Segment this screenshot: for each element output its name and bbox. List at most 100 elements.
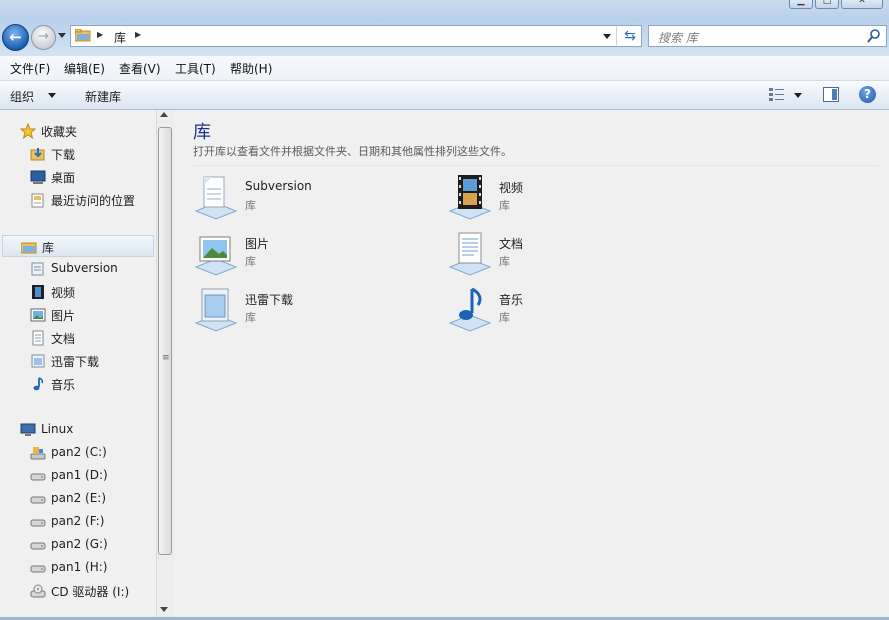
new-library-button[interactable]: 新建库 [85,88,121,105]
scroll-up-icon[interactable] [160,112,168,117]
system-drive-icon [30,447,46,460]
breadcrumb-chevron-icon[interactable]: ▶ [135,30,141,39]
music-library-icon [448,287,492,332]
nav-item-videos[interactable]: 视频 [0,281,156,303]
nav-drive-e[interactable]: pan2 (E:) [0,488,156,510]
nav-item-downloads[interactable]: 下载 [0,143,156,165]
menu-help[interactable]: 帮助(H) [230,60,272,77]
preview-pane-button[interactable] [823,87,839,102]
menu-edit[interactable]: 编辑(E) [64,60,105,77]
music-library-icon [33,377,44,391]
library-item-documents[interactable]: 文档 库 [446,229,676,279]
nav-item-desktop[interactable]: 桌面 [0,166,156,188]
views-dropdown-icon[interactable] [794,93,802,98]
hard-drive-icon [30,542,46,550]
nav-drive-label: pan2 (C:) [51,445,107,459]
nav-item-pictures[interactable]: 图片 [0,304,156,326]
nav-libraries[interactable]: 库 [2,235,154,257]
minimize-button[interactable]: ▁ [789,0,813,9]
nav-drive-d[interactable]: pan1 (D:) [0,465,156,487]
help-icon[interactable]: ? [859,86,876,103]
nav-drive-f[interactable]: pan2 (F:) [0,511,156,533]
forward-button[interactable]: → [31,25,56,50]
hard-drive-icon [30,565,46,573]
nav-drive-label: pan2 (G:) [51,537,108,551]
refresh-button[interactable]: ⇆ [620,27,640,45]
title-bar: ▁ □ ✕ ← → ▶ 库 ▶ ⇆ 搜索 库 [0,0,889,56]
nav-drive-label: pan2 (F:) [51,514,105,528]
nav-item-music[interactable]: 音乐 [0,373,156,395]
library-item-videos[interactable]: 视频 库 [446,173,676,223]
change-view-icon[interactable] [768,86,786,104]
nav-drive-label: pan1 (H:) [51,560,108,574]
nav-item-label: 文档 [51,332,76,346]
nav-favorites-label: 收藏夹 [41,125,78,139]
library-item-type: 库 [245,255,256,268]
hard-drive-icon [30,519,46,527]
page-description: 打开库以查看文件并根据文件夹、日期和其他属性排列这些文件。 [193,145,512,158]
nav-item-xunlei[interactable]: 迅雷下载 [0,350,156,372]
nav-item-label: 视频 [51,286,76,300]
nav-scrollbar[interactable]: ≡ [156,110,174,618]
pictures-library-icon [30,308,46,322]
nav-computer[interactable]: Linux [0,419,156,441]
maximize-button[interactable]: □ [815,0,839,9]
library-item-type: 库 [245,311,256,324]
nav-drive-h[interactable]: pan1 (H:) [0,557,156,579]
nav-drive-g[interactable]: pan2 (G:) [0,534,156,556]
scrollbar-thumb[interactable]: ≡ [158,127,172,555]
search-icon[interactable] [866,28,882,44]
nav-drive-c[interactable]: pan2 (C:) [0,442,156,464]
navigation-pane: 收藏夹 下载 桌面 最近访问的位置 库 Subversion 视频 图片 文档 … [0,110,156,618]
nav-drive-label: CD 驱动器 (I:) [51,585,130,599]
menu-tools[interactable]: 工具(T) [175,60,216,77]
scroll-down-icon[interactable] [160,607,168,612]
library-item-xunlei[interactable]: 迅雷下载 库 [192,285,422,335]
menu-file[interactable]: 文件(F) [10,60,50,77]
library-item-pictures[interactable]: 图片 库 [192,229,422,279]
command-bar: 组织 新建库 ? [0,81,889,110]
library-item-subversion[interactable]: Subversion 库 [192,173,422,223]
documents-library-icon [448,232,492,276]
hard-drive-icon [30,473,46,481]
organize-button[interactable]: 组织 [10,88,34,105]
nav-item-recent-places[interactable]: 最近访问的位置 [0,189,156,211]
nav-item-label: 图片 [51,309,76,323]
hard-drive-icon [30,496,46,504]
nav-item-documents[interactable]: 文档 [0,327,156,349]
back-button[interactable]: ← [2,24,29,51]
close-button[interactable]: ✕ [841,0,883,9]
library-item-name: 迅雷下载 [245,293,294,307]
library-folder-icon [75,29,91,42]
nav-drive-label: pan2 (E:) [51,491,107,505]
subversion-library-icon [31,262,44,276]
grip-icon: ≡ [162,353,170,363]
library-item-name: 图片 [245,237,270,251]
xunlei-library-icon [31,354,45,368]
cd-drive-icon [30,584,46,598]
menu-view[interactable]: 查看(V) [119,60,161,77]
search-placeholder: 搜索 库 [658,31,698,45]
nav-item-subversion[interactable]: Subversion [0,258,156,280]
library-item-type: 库 [499,311,510,324]
library-item-type: 库 [499,255,510,268]
video-library-icon [448,175,492,220]
desktop-icon [30,170,46,184]
address-dropdown-icon[interactable] [603,34,611,39]
nav-favorites[interactable]: 收藏夹 [0,120,156,142]
content-pane: 库 打开库以查看文件并根据文件夹、日期和其他属性排列这些文件。 Subversi… [174,110,889,618]
star-icon [20,123,36,139]
library-item-music[interactable]: 音乐 库 [446,285,676,335]
breadcrumb-libraries[interactable]: 库 [114,29,126,46]
breadcrumb-chevron-icon[interactable]: ▶ [97,30,103,39]
history-dropdown-icon[interactable] [58,33,66,38]
chevron-down-icon[interactable] [48,93,56,98]
search-input[interactable]: 搜索 库 [648,25,887,47]
video-library-icon [32,285,44,299]
nav-item-label: 音乐 [51,378,76,392]
xunlei-library-icon [194,288,238,332]
window-controls: ▁ □ ✕ [789,0,883,9]
nav-drive-i[interactable]: CD 驱动器 (I:) [0,580,156,602]
address-bar[interactable]: ▶ 库 ▶ ⇆ [70,25,642,47]
nav-item-label: Subversion [51,261,118,275]
